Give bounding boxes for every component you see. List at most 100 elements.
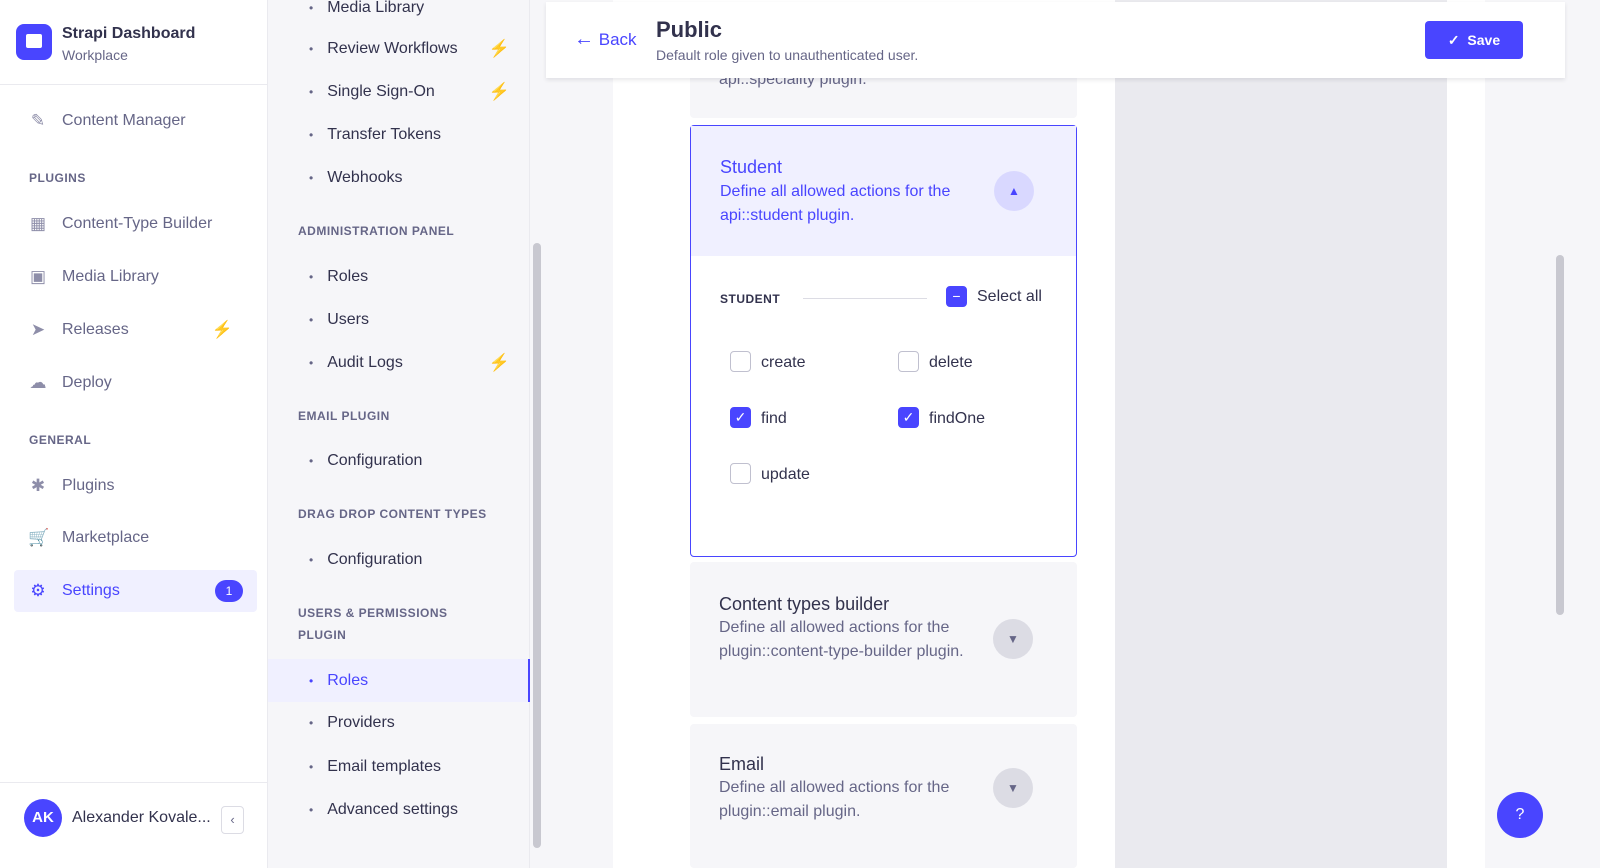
checkbox-findone[interactable]: ✓ bbox=[898, 407, 919, 428]
subnav-advanced-settings[interactable]: Advanced settings bbox=[268, 790, 530, 830]
divider bbox=[0, 782, 268, 783]
lightning-icon: ⚡ bbox=[488, 353, 510, 372]
main-scrollbar[interactable] bbox=[1556, 255, 1564, 615]
collapse-sidebar-button[interactable]: ‹ bbox=[221, 806, 244, 834]
nav-label: Releases bbox=[62, 321, 129, 338]
nav-marketplace[interactable]: 🛒 Marketplace bbox=[14, 517, 257, 559]
gear-icon: ⚙ bbox=[30, 581, 46, 600]
nav-deploy[interactable]: ☁ Deploy bbox=[14, 362, 257, 404]
subnav-transfer-tokens[interactable]: Transfer Tokens bbox=[268, 115, 530, 155]
accordion-desc: Define all allowed actions for the api::… bbox=[720, 183, 951, 224]
back-link[interactable]: ← Back bbox=[574, 28, 637, 51]
arrow-left-icon: ← bbox=[574, 28, 594, 50]
divider bbox=[0, 84, 268, 85]
subnav-audit-logs[interactable]: Audit Logs ⚡ bbox=[268, 343, 530, 383]
expand-button[interactable]: ▼ bbox=[993, 768, 1033, 808]
section-email-plugin: EMAIL PLUGIN bbox=[298, 409, 390, 423]
nav-settings[interactable]: ⚙ Settings 1 bbox=[14, 570, 257, 612]
divider bbox=[803, 298, 927, 299]
accordion-title: Content types builder bbox=[719, 594, 890, 614]
brand-subtitle: Workplace bbox=[62, 47, 128, 63]
user-name[interactable]: Alexander Kovale... bbox=[72, 809, 211, 827]
expand-button[interactable]: ▼ bbox=[993, 619, 1033, 659]
accordion-desc: Define all allowed actions for the plugi… bbox=[719, 779, 950, 820]
check-icon: ✓ bbox=[1447, 32, 1460, 48]
subnav-scrollbar[interactable] bbox=[533, 243, 541, 848]
page-subtitle: Default role given to unauthenticated us… bbox=[656, 47, 919, 63]
caret-down-icon: ▼ bbox=[1007, 632, 1019, 646]
nav-label: Content-Type Builder bbox=[62, 215, 213, 232]
lightning-icon: ⚡ bbox=[488, 82, 510, 101]
accordion-email[interactable]: Email Define all allowed actions for the… bbox=[690, 724, 1077, 868]
policies-pane bbox=[1115, 0, 1447, 868]
nav-content-manager[interactable]: ✎ Content Manager bbox=[14, 100, 257, 142]
accordion-title: Email bbox=[719, 754, 765, 774]
nav-label: Deploy bbox=[62, 374, 112, 391]
nav-label: Content Manager bbox=[62, 112, 186, 129]
subnav-media-library[interactable]: Media Library bbox=[268, 0, 530, 28]
nav-releases[interactable]: ➤ Releases ⚡ bbox=[14, 309, 257, 351]
subnav-dnd-configuration[interactable]: Configuration bbox=[268, 540, 530, 580]
layout-icon: ▦ bbox=[29, 214, 47, 233]
main-sidebar: Strapi Dashboard Workplace ✎ Content Mana… bbox=[0, 0, 268, 868]
subnav-review-workflows[interactable]: Review Workflows ⚡ bbox=[268, 29, 530, 69]
lightning-icon: ⚡ bbox=[211, 320, 233, 339]
action-label: create bbox=[761, 354, 806, 371]
section-label: STUDENT bbox=[720, 292, 781, 306]
subnav-sso[interactable]: Single Sign-On ⚡ bbox=[268, 72, 530, 112]
pencil-icon: ✎ bbox=[30, 111, 46, 130]
label: Single Sign-On bbox=[327, 83, 435, 100]
select-all-checkbox[interactable]: − bbox=[946, 286, 967, 307]
label: Review Workflows bbox=[327, 40, 458, 57]
action-label: find bbox=[761, 410, 787, 427]
chevron-left-icon: ‹ bbox=[230, 812, 235, 827]
save-label: Save bbox=[1467, 32, 1501, 48]
label: Audit Logs bbox=[327, 354, 403, 371]
back-label: Back bbox=[598, 30, 637, 49]
caret-down-icon: ▼ bbox=[1007, 781, 1019, 795]
collapse-button[interactable]: ▲ bbox=[994, 171, 1034, 211]
nav-label: Marketplace bbox=[62, 529, 150, 546]
nav-media-library[interactable]: ▣ Media Library bbox=[14, 256, 257, 298]
help-button[interactable]: ? bbox=[1497, 792, 1543, 838]
accordion-content-types-builder[interactable]: Content types builder Define all allowed… bbox=[690, 562, 1077, 717]
subnav-webhooks[interactable]: Webhooks bbox=[268, 158, 530, 198]
action-label: update bbox=[761, 466, 810, 483]
subnav-providers[interactable]: Providers bbox=[268, 703, 530, 743]
checkbox-create[interactable] bbox=[730, 351, 751, 372]
cart-icon: 🛒 bbox=[28, 528, 50, 547]
subnav-up-roles[interactable]: Roles bbox=[268, 659, 530, 702]
nav-label: Settings bbox=[62, 582, 120, 599]
settings-subnav: Media Library Review Workflows ⚡ Single S… bbox=[268, 0, 530, 868]
page-header: ← Back Public Default role given to unau… bbox=[546, 2, 1565, 78]
minus-icon: − bbox=[952, 288, 961, 304]
checkbox-find[interactable]: ✓ bbox=[730, 407, 751, 428]
image-icon: ▣ bbox=[29, 267, 47, 286]
subnav-email-templates[interactable]: Email templates bbox=[268, 747, 530, 787]
avatar[interactable]: AK bbox=[24, 799, 62, 837]
paper-plane-icon: ➤ bbox=[30, 320, 46, 339]
action-label: findOne bbox=[929, 410, 986, 427]
nav-plugins[interactable]: ✱ Plugins bbox=[14, 465, 257, 507]
check-icon: ✓ bbox=[902, 409, 915, 425]
section-plugins: PLUGINS bbox=[29, 171, 86, 185]
subnav-email-configuration[interactable]: Configuration bbox=[268, 441, 530, 481]
action-label: delete bbox=[929, 354, 973, 371]
lightning-icon: ⚡ bbox=[488, 39, 510, 58]
cloud-icon: ☁ bbox=[29, 373, 47, 392]
save-button[interactable]: ✓ Save bbox=[1425, 21, 1523, 59]
section-admin-panel: ADMINISTRATION PANEL bbox=[298, 224, 455, 238]
subnav-users[interactable]: Users bbox=[268, 300, 530, 340]
accordion-desc: Define all allowed actions for the plugi… bbox=[719, 619, 964, 660]
nav-content-type-builder[interactable]: ▦ Content-Type Builder bbox=[14, 203, 257, 245]
brand-title: Strapi Dashboard bbox=[62, 25, 196, 42]
page-title: Public bbox=[656, 17, 723, 42]
strapi-logo bbox=[16, 24, 52, 60]
nav-label: Media Library bbox=[62, 268, 159, 285]
subnav-admin-roles[interactable]: Roles bbox=[268, 257, 530, 297]
accordion-student: Student Define all allowed actions for t… bbox=[690, 125, 1077, 557]
nav-label: Plugins bbox=[62, 477, 115, 494]
checkbox-update[interactable] bbox=[730, 463, 751, 484]
puzzle-icon: ✱ bbox=[30, 476, 46, 495]
checkbox-delete[interactable] bbox=[898, 351, 919, 372]
